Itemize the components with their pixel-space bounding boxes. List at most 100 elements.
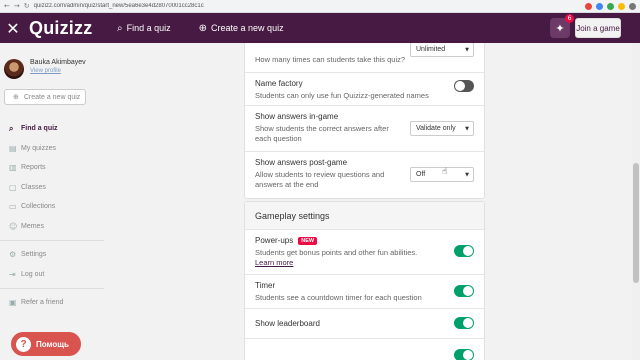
powerups-toggle[interactable] [454, 245, 474, 257]
divider [0, 288, 104, 289]
extension-icon[interactable] [596, 2, 603, 10]
help-label: Помощь [36, 339, 69, 349]
browser-menu-icon[interactable] [629, 2, 636, 10]
join-game-button[interactable]: Join a game [575, 18, 621, 38]
avatar[interactable] [4, 59, 24, 79]
create-quiz-label: Create a new quiz [211, 23, 284, 33]
leaderboard-setting: Show leaderboard [245, 309, 484, 339]
notification-badge: 6 [565, 14, 574, 23]
setting-description: Students see a countdown timer for each … [255, 293, 422, 302]
divider [0, 240, 104, 241]
sidebar-item-classes[interactable]: ▢ Classes [0, 178, 104, 198]
next-setting [245, 339, 484, 360]
timer-setting: Timer Students see a countdown timer for… [245, 275, 484, 309]
page-scrollbar[interactable] [632, 43, 640, 360]
sidebar-item-label: Refer a friend [21, 299, 64, 307]
setting-description: Allow students to review questions and a… [255, 170, 385, 189]
sidebar-item-label: Settings [21, 251, 47, 259]
toggle-knob [463, 318, 473, 328]
toggle-knob [455, 81, 465, 91]
plus-circle-icon: ⊕ [198, 22, 208, 34]
view-profile-link[interactable]: View profile [30, 68, 86, 74]
reload-icon[interactable]: ↻ [24, 2, 30, 10]
chart-icon: ▥ [9, 163, 17, 173]
sidebar-item-reports[interactable]: ▥ Reports [0, 158, 104, 178]
back-icon[interactable]: ← [4, 2, 10, 10]
main-content: How many times can students take this qu… [104, 43, 632, 360]
find-quiz-label: Find a quiz [126, 23, 171, 33]
sidebar-menu: ⌕ Find a quiz ▤ My quizzes ▥ Reports ▢ C… [0, 119, 104, 313]
search-icon: ⌕ [117, 22, 123, 34]
user-name: Bauka Akimbayev [30, 59, 86, 66]
setting-title: Timer [255, 281, 276, 290]
scrollbar-thumb[interactable] [633, 163, 639, 283]
book-icon: ▤ [9, 143, 17, 153]
gear-icon: ⚙ [9, 250, 17, 260]
question-icon: ? [16, 336, 31, 352]
learn-more-link[interactable]: Learn more [255, 258, 474, 267]
find-quiz-link[interactable]: ⌕ Find a quiz [117, 23, 171, 34]
sidebar-item-label: Memes [21, 222, 44, 230]
extension-icon[interactable] [585, 2, 592, 10]
attempts-setting: How many times can students take this qu… [245, 43, 484, 73]
close-icon[interactable]: ✕ [1, 19, 25, 38]
gameplay-settings-card: Gameplay settings Power-ups NEW Students… [244, 201, 485, 360]
attempts-select[interactable]: Unlimited ▼ [410, 43, 474, 57]
show-answers-ingame-setting: Show answers in-game Show students the c… [245, 106, 484, 152]
sidebar-item-memes[interactable]: ☺ Memes [0, 217, 104, 237]
timer-toggle[interactable] [454, 285, 474, 297]
create-quiz-link[interactable]: ⊕ Create a new quiz [199, 23, 284, 34]
select-value: Off [416, 171, 426, 178]
create-quiz-label: Create a new quiz [23, 93, 81, 101]
toggle-knob [463, 246, 473, 256]
browser-toolbar: ← → ↻ quizizz.com/admin/quiz/start_new/5… [0, 0, 640, 13]
powerups-label: Power-ups [255, 236, 294, 245]
address-bar[interactable]: quizizz.com/admin/quiz/start_new/5ea6e3e… [34, 3, 581, 9]
sidebar-item-label: My quizzes [21, 144, 57, 152]
name-factory-toggle[interactable] [454, 80, 474, 92]
setting-description: Students get bonus points and other fun … [255, 248, 418, 257]
setting-title: Show answers in-game [255, 112, 339, 121]
leaderboard-toggle[interactable] [454, 317, 474, 329]
top-navigation: ✕ Quizizz ⌕ Find a quiz ⊕ Create a new q… [0, 13, 640, 43]
sidebar-item-label: Reports [21, 164, 46, 172]
gameplay-settings-heading: Gameplay settings [245, 202, 484, 230]
folder-icon: ▭ [9, 202, 17, 212]
classes-icon: ▢ [9, 182, 17, 192]
forward-icon[interactable]: → [14, 2, 20, 10]
caret-down-icon: ▼ [465, 171, 469, 178]
sidebar-item-collections[interactable]: ▭ Collections [0, 197, 104, 217]
mouse-cursor-icon: ☝ [442, 167, 448, 177]
gift-icon: ▣ [9, 298, 17, 308]
extension-icon[interactable] [618, 2, 625, 10]
help-button[interactable]: ? Помощь [11, 332, 81, 356]
sidebar-item-logout[interactable]: ⇥ Log out [0, 265, 104, 285]
powerups-setting: Power-ups NEW Students get bonus points … [245, 230, 484, 275]
setting-title: Show answers post-game [255, 158, 348, 167]
setting-description: Show students the correct answers after … [255, 124, 389, 143]
search-icon: ⌕ [9, 123, 14, 133]
sidebar-item-settings[interactable]: ⚙ Settings [0, 245, 104, 265]
next-setting-toggle[interactable] [454, 349, 474, 360]
select-value: Unlimited [416, 46, 446, 53]
sidebar-item-label: Find a quiz [21, 125, 58, 133]
extension-icon[interactable] [607, 2, 614, 10]
create-quiz-button[interactable]: ⊕ Create a new quiz [4, 89, 86, 105]
quizizz-logo[interactable]: Quizizz [29, 18, 113, 39]
sidebar-item-refer[interactable]: ▣ Refer a friend [0, 293, 104, 313]
show-answers-ingame-select[interactable]: Validate only ▼ [410, 121, 474, 136]
sidebar-item-find-quiz[interactable]: ⌕ Find a quiz [0, 119, 104, 139]
toggle-knob [463, 350, 473, 360]
user-profile: Bauka Akimbayev View profile [4, 59, 86, 79]
gift-button[interactable]: ✦ 6 [550, 14, 574, 38]
show-answers-postgame-setting: Show answers post-game Allow students to… [245, 152, 484, 198]
name-factory-setting: Name factory Students can only use fun Q… [245, 73, 484, 106]
sidebar-item-my-quizzes[interactable]: ▤ My quizzes [0, 139, 104, 159]
sidebar-item-label: Collections [21, 203, 56, 211]
toggle-knob [463, 286, 473, 296]
caret-down-icon: ▼ [465, 46, 469, 53]
setting-description: Students can only use fun Quizizz-genera… [255, 91, 429, 100]
setting-title: Power-ups NEW [255, 236, 474, 245]
image-icon: ☺ [9, 221, 18, 231]
new-badge: NEW [298, 236, 318, 245]
